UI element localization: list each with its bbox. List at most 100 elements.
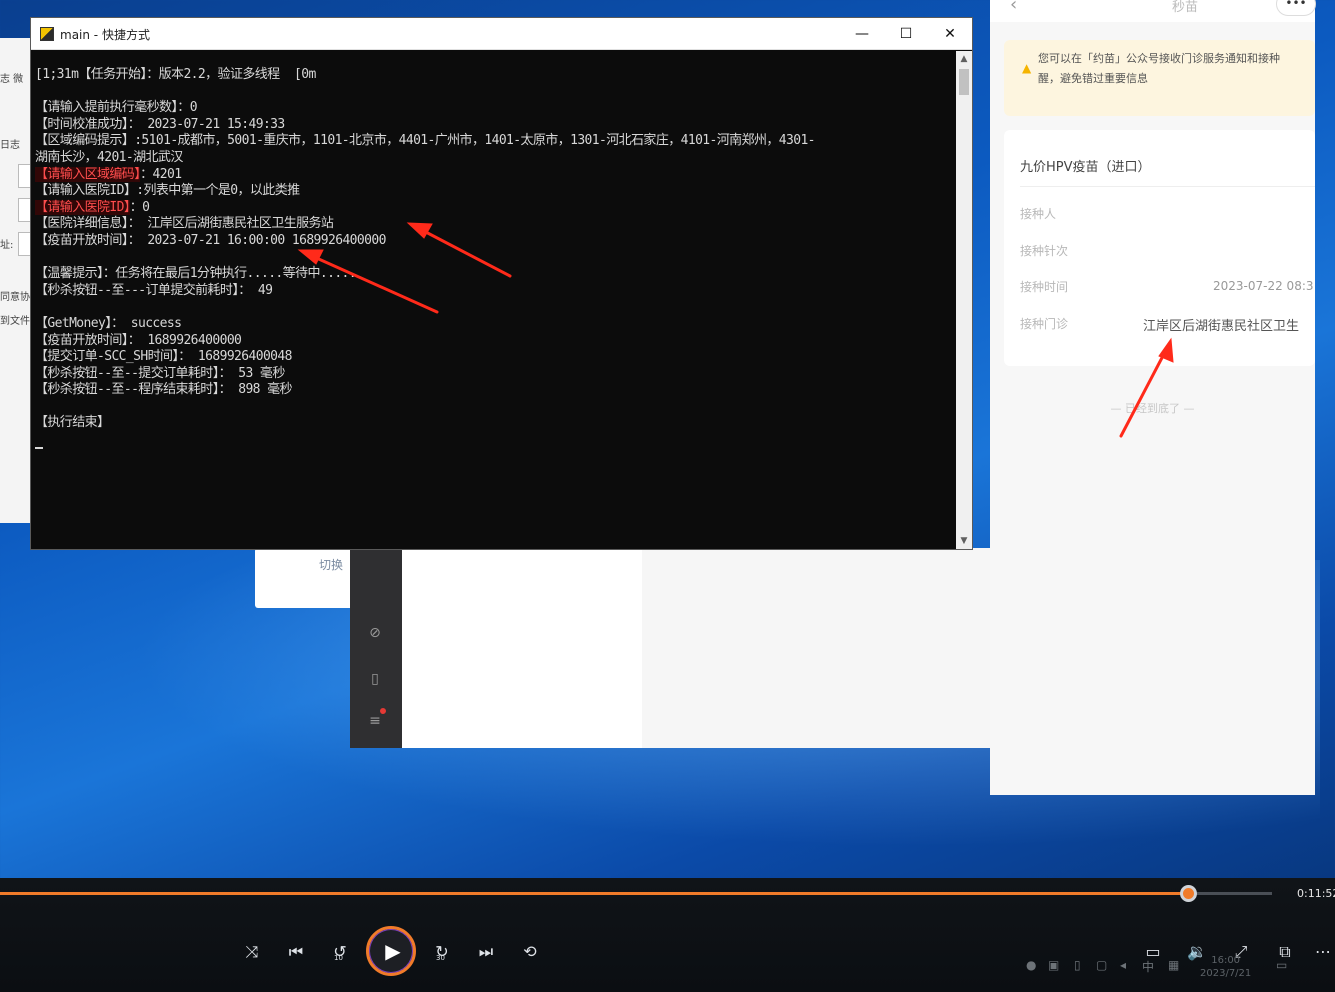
play-icon: ▶ xyxy=(385,939,401,963)
console-line: 【提交订单-SCC_SH时间】： 1689926400048 xyxy=(35,349,956,366)
notice-text-line: 您可以在「约苗」公众号接收门诊服务通知和接种 xyxy=(1038,52,1280,65)
list-end-text: — 已经到底了 — xyxy=(1110,402,1195,415)
phone-icon[interactable]: ▯ xyxy=(366,670,384,688)
taskbar-clock[interactable]: 16:00 2023/7/21 xyxy=(1200,954,1251,980)
console-line: 【执行结束】 xyxy=(35,415,956,432)
notice-banner[interactable]: ▲ 您可以在「约苗」公众号接收门诊服务通知和接种 醒，避免错过重要信息 xyxy=(1004,40,1315,116)
console-app-icon xyxy=(40,27,54,41)
progress-fill xyxy=(0,892,1190,895)
mini-program-panel: ‹ 秒苗 ••• ▲ 您可以在「约苗」公众号接收门诊服务通知和接种 醒，避免错过… xyxy=(990,0,1316,795)
console-line-text: ：0 xyxy=(129,199,150,215)
field-label: 接种人 xyxy=(1020,207,1057,221)
notification-icon[interactable]: ▭ xyxy=(1276,958,1287,972)
console-window: main - 快捷方式 — ☐ ✕ [1;31m【任务开始】：版本2.2，验证多… xyxy=(30,17,973,550)
console-line: 【医院详细信息】： 江岸区后湖街惠民社区卫生服务站 xyxy=(35,216,956,233)
notice-text-line: 醒，避免错过重要信息 xyxy=(1038,72,1148,85)
minimize-button[interactable]: — xyxy=(840,18,884,50)
console-line: 【GetMoney】： success xyxy=(35,316,956,333)
speaker-tray-icon[interactable]: ◂ xyxy=(1120,958,1126,972)
wechat-tray-icon[interactable]: ● xyxy=(1026,958,1036,972)
switch-link[interactable]: 切换 xyxy=(319,556,343,573)
close-button[interactable]: ✕ xyxy=(928,18,972,50)
progress-track[interactable] xyxy=(0,885,1272,902)
repeat-off-icon[interactable]: ⟲ xyxy=(518,940,542,964)
forward-30-icon[interactable]: ↻ 30 xyxy=(430,940,454,964)
console-cursor xyxy=(35,446,43,449)
usb-tray-icon[interactable]: ▯ xyxy=(1074,958,1081,972)
current-time: 0:11:52 xyxy=(1297,887,1335,900)
console-line: 【请输入提前执行毫秒数】：0 xyxy=(35,100,956,117)
console-line: 【秒杀按钮--至--提交订单耗时】： 53 毫秒 xyxy=(35,366,956,383)
console-line-text: 【请输入医院ID】:列表中第一个是0，以此类推 xyxy=(35,183,300,199)
console-line: [1;31m【任务开始】：版本2.2，验证多线程 [0m xyxy=(35,67,956,84)
taskbar-time: 16:00 xyxy=(1211,955,1241,966)
more-icon[interactable]: ⋯ xyxy=(1311,940,1335,964)
mini-program-nav: ‹ 秒苗 ••• xyxy=(990,0,1316,22)
background-toolbar: ⊘ ▯ ≡ xyxy=(350,548,402,748)
scrollbar-thumb[interactable] xyxy=(959,69,969,95)
link-icon[interactable]: ⊘ xyxy=(366,624,384,642)
keyboard-tray-icon[interactable]: ▦ xyxy=(1168,958,1179,972)
console-line-text: 【秒杀按钮--至---订单提交前耗时】： 49 xyxy=(35,282,273,298)
console-line-text: 湖南长沙，4201-湖北武汉 xyxy=(35,149,183,165)
mini-program-title: 秒苗 xyxy=(1172,0,1199,15)
console-line: 【秒杀按钮--至---订单提交前耗时】： 49 xyxy=(35,283,956,300)
console-line-text: 【疫苗开放时间】： 1689926400000 xyxy=(35,332,242,348)
background-dialog: 切换 xyxy=(255,548,355,608)
shuffle-icon[interactable]: ⤨ xyxy=(240,940,264,964)
bell-icon: ▲ xyxy=(1022,61,1032,75)
play-button[interactable]: ▶ xyxy=(366,926,416,976)
console-cursor-line xyxy=(35,432,956,449)
console-prompt-highlight: 【请输入区域编码】 xyxy=(35,166,141,182)
previous-icon[interactable]: ⏮ xyxy=(284,940,308,964)
console-scrollbar[interactable]: ▲ ▼ xyxy=(956,51,972,549)
console-line: 【区域编码提示】:5101-成都市，5001-重庆市，1101-北京市，4401… xyxy=(35,133,956,150)
scroll-down-icon[interactable]: ▼ xyxy=(956,533,972,549)
network-tray-icon[interactable]: ▢ xyxy=(1096,958,1107,972)
console-line: 【疫苗开放时间】： 1689926400000 xyxy=(35,333,956,350)
console-line-text: 【时间校准成功】： 2023-07-21 15:49:33 xyxy=(35,116,285,132)
back-icon[interactable]: ‹ xyxy=(1010,0,1017,15)
field-label: 接种针次 xyxy=(1020,244,1069,258)
rewind-label: 10 xyxy=(334,954,343,962)
console-line-text: 【疫苗开放时间】： 2023-07-21 16:00:00 1689926400… xyxy=(35,232,386,248)
console-line-text: [1;31m【任务开始】：版本2.2，验证多线程 [0m xyxy=(35,67,316,82)
console-output: [1;31m【任务开始】：版本2.2，验证多线程 [0m 【请输入提前执行毫秒数】… xyxy=(31,51,956,549)
appointment-card: 九价HPV疫苗（进口） 接种人 接种针次 接种时间 2023-07-22 08:… xyxy=(1004,130,1315,366)
ime-indicator[interactable]: 中 xyxy=(1142,958,1154,975)
console-line: 【请输入医院ID】:列表中第一个是0，以此类推 xyxy=(35,183,956,200)
console-line: 【温馨提示】：任务将在最后1分钟执行.....等待中..... xyxy=(35,266,956,283)
more-button[interactable]: ••• xyxy=(1276,0,1316,16)
field-value: 2023-07-22 08:3 xyxy=(1213,279,1314,293)
notification-dot xyxy=(380,708,386,714)
console-line-text: 【GetMoney】： success xyxy=(35,315,182,331)
divider xyxy=(1020,186,1315,187)
taskbar-date: 2023/7/21 xyxy=(1200,968,1252,979)
console-line-text: 【提交订单-SCC_SH时间】： 1689926400048 xyxy=(35,349,292,365)
console-titlebar[interactable]: main - 快捷方式 — ☐ ✕ xyxy=(31,18,972,50)
vaccine-title: 九价HPV疫苗（进口） xyxy=(1020,160,1151,175)
console-line: 湖南长沙，4201-湖北武汉 xyxy=(35,150,956,167)
console-line-text: 【执行结束】 xyxy=(35,415,110,431)
menu-icon[interactable]: ≡ xyxy=(366,712,384,730)
console-line: 【疫苗开放时间】： 2023-07-21 16:00:00 1689926400… xyxy=(35,233,956,250)
rewind-10-icon[interactable]: ↺ 10 xyxy=(328,940,352,964)
maximize-button[interactable]: ☐ xyxy=(884,18,928,50)
app-tray-icon[interactable]: ▣ xyxy=(1048,958,1059,972)
progress-knob[interactable] xyxy=(1180,885,1198,902)
field-label: 接种时间 xyxy=(1020,280,1069,294)
scroll-up-icon[interactable]: ▲ xyxy=(956,51,972,67)
console-line: 【秒杀按钮--至--程序结束耗时】： 898 毫秒 xyxy=(35,382,956,399)
next-icon[interactable]: ⏭ xyxy=(474,940,498,964)
console-line-text: 【秒杀按钮--至--程序结束耗时】： 898 毫秒 xyxy=(35,382,293,398)
background-panel xyxy=(402,548,642,748)
video-player-controls: 0:11:52 ⤨ ⏮ ↺10 ▶ ↻30 ⏭ ⟲ ▭ 🔉 ⤢ ⧉ ⋯ ● ▣ … xyxy=(0,878,1335,992)
console-line-text: 【医院详细信息】： 江岸区后湖街惠民社区卫生服务站 xyxy=(35,216,334,232)
console-line: 【请输入医院ID】：0 xyxy=(35,199,956,217)
forward-label: 30 xyxy=(436,954,445,962)
console-line-text: 【温馨提示】：任务将在最后1分钟执行.....等待中..... xyxy=(35,266,357,282)
